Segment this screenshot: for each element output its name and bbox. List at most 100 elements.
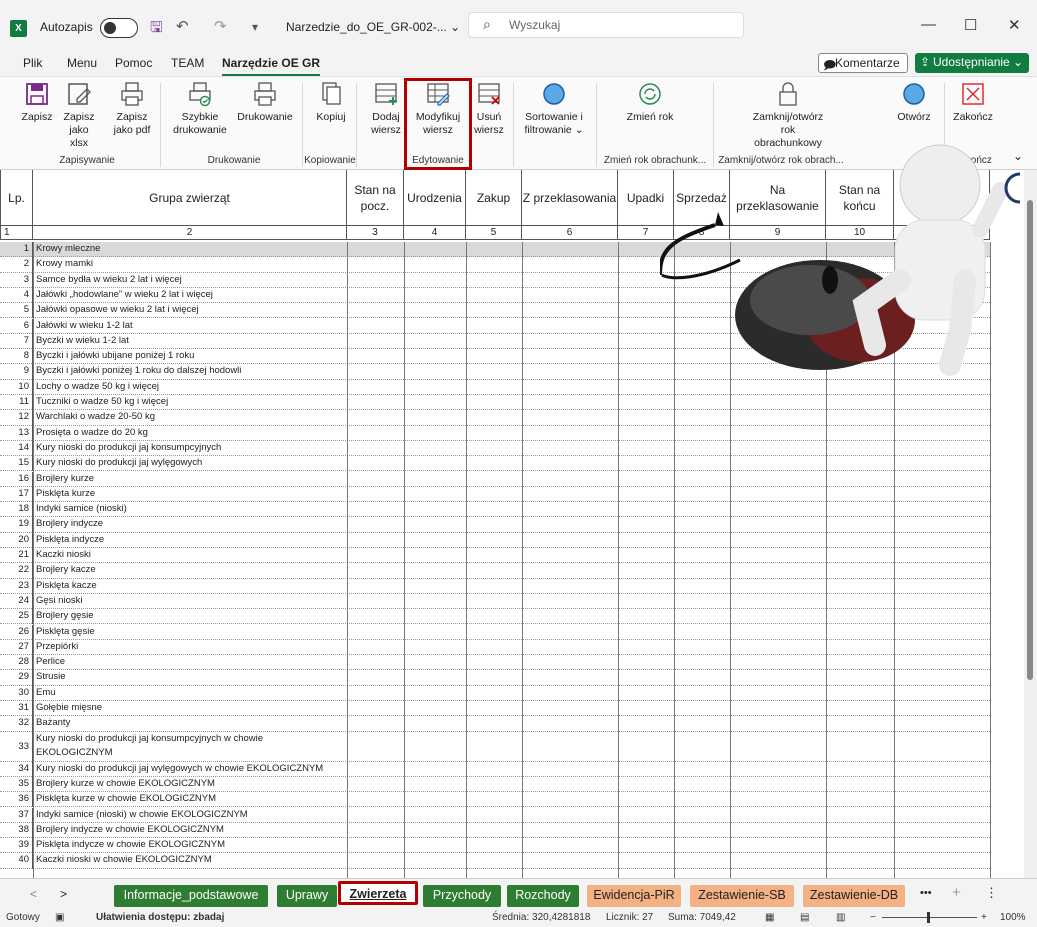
undo-icon[interactable]: ↶ — [176, 17, 189, 35]
row-label[interactable]: Przepiórki — [36, 640, 78, 654]
table-row[interactable]: 32 Bażanty — [0, 716, 990, 732]
table-row[interactable]: 17 Pisklęta kurze — [0, 486, 990, 503]
table-row[interactable]: 31 Gołębie mięsne — [0, 701, 990, 717]
row-label[interactable]: Kaczki nioski — [36, 548, 91, 562]
row-label[interactable]: Byczki i jałówki poniżej 1 roku do dalsz… — [36, 364, 241, 378]
row-label[interactable]: Krowy mamki — [36, 257, 93, 271]
table-row[interactable]: 26 Pisklęta gęsie — [0, 624, 990, 640]
row-label[interactable]: Jałówki w wieku 1-2 lat — [36, 319, 133, 333]
table-row[interactable]: 15 Kury nioski do produkcji jaj wylęgowyc… — [0, 456, 990, 472]
otworz-button[interactable]: Otwórz — [895, 81, 933, 124]
row-label[interactable]: Indyki samice (nioski) w chowie EKOLOGIC… — [36, 808, 248, 822]
scroll-thumb[interactable] — [1027, 200, 1033, 680]
row-label[interactable]: Pisklęta kurze w chowie EKOLOGICZNYM — [36, 792, 216, 806]
zapisz-xlsx-button[interactable]: Zapisz jako xlsx — [60, 81, 98, 150]
accessibility-status[interactable]: Ułatwienia dostępu: zbadaj — [96, 912, 224, 923]
macro-record-icon[interactable]: ▣ — [55, 912, 64, 923]
usun-wiersz-button[interactable]: Usuń wiersz — [470, 81, 508, 137]
tabs-menu-icon[interactable]: ⋮ — [985, 885, 998, 901]
table-row[interactable]: 19 Brojlery indycze — [0, 517, 990, 533]
zoom-out-icon[interactable]: − — [870, 912, 876, 923]
tab-przychody[interactable]: Przychody — [423, 885, 501, 907]
sortowanie-button[interactable]: Sortowanie i filtrowanie ⌄ — [520, 81, 588, 137]
row-label[interactable]: Strusie — [36, 670, 66, 684]
table-row[interactable]: 1 Krowy mleczne — [0, 242, 990, 258]
modyfikuj-wiersz-button[interactable]: Modyfikuj wiersz — [410, 81, 466, 137]
table-row[interactable]: 8 Byczki i jałówki ubijane poniżej 1 roku — [0, 349, 990, 365]
row-label[interactable]: Jałówki „hodowlane” w wieku 2 lat i więc… — [36, 288, 213, 302]
row-label[interactable]: Pisklęta indycze w chowie EKOLOGICZNYM — [36, 838, 225, 852]
row-label[interactable]: Warchlaki o wadze 20-50 kg — [36, 410, 155, 424]
zakoncz-button[interactable]: Zakończ — [950, 81, 996, 124]
menu-plik[interactable]: Plik — [23, 56, 42, 70]
row-label[interactable]: Brojlery kurze — [36, 472, 94, 486]
redo-icon[interactable]: ↷ — [214, 17, 227, 35]
table-row[interactable]: 40 Kaczki nioski w chowie EKOLOGICZNYM — [0, 853, 990, 869]
table-row[interactable]: 21 Kaczki nioski — [0, 548, 990, 564]
prev-sheet-arrow[interactable]: < — [30, 887, 37, 901]
table-row[interactable]: 25 Brojlery gęsie — [0, 609, 990, 625]
table-row[interactable]: 33 Kury nioski do produkcji jaj konsumpcy… — [0, 731, 990, 762]
zmien-rok-button[interactable]: Zmień rok — [625, 81, 675, 124]
row-label[interactable]: Brojlery indycze — [36, 517, 103, 531]
row-label[interactable]: Kaczki nioski w chowie EKOLOGICZNYM — [36, 853, 212, 867]
row-label[interactable]: Indyki samice (nioski) — [36, 502, 127, 516]
add-sheet-icon[interactable]: + — [952, 884, 961, 901]
menu-menu[interactable]: Menu — [67, 56, 97, 70]
menu-pomoc[interactable]: Pomoc — [115, 56, 152, 70]
table-row[interactable]: 30 Emu — [0, 685, 990, 701]
table-row[interactable]: 27 Przepiórki — [0, 639, 990, 656]
row-label[interactable]: Kury nioski do produkcji jaj konsumpcyjn… — [36, 732, 336, 760]
row-label[interactable]: Byczki w wieku 1-2 lat — [36, 334, 129, 348]
row-label[interactable]: Emu — [36, 686, 56, 700]
table-row[interactable]: 23 Pisklęta kacze — [0, 578, 990, 594]
table-row[interactable]: 12 Warchlaki o wadze 20-50 kg — [0, 410, 990, 426]
row-label[interactable]: Bażanty — [36, 716, 70, 730]
page-break-icon[interactable]: ▥ — [836, 912, 845, 923]
row-label[interactable]: Brojlery indycze w chowie EKOLOGICZNYM — [36, 823, 224, 837]
save-icon[interactable]: 🖫 — [150, 17, 163, 42]
next-sheet-arrow[interactable]: > — [60, 887, 67, 901]
row-label[interactable]: Kury nioski do produkcji jaj wylęgowych — [36, 456, 202, 470]
table-row[interactable]: 20 Pisklęta indycze — [0, 532, 990, 548]
row-label[interactable]: Tuczniki o wadze 50 kg i więcej — [36, 395, 168, 409]
minimize-button[interactable]: — — [921, 16, 936, 33]
document-title[interactable]: Narzedzie_do_OE_GR-002-... ⌄ — [286, 20, 460, 34]
tab-uprawy[interactable]: Uprawy — [277, 885, 337, 907]
restore-button[interactable]: ☐ — [964, 16, 977, 34]
zapisz-button[interactable]: Zapisz — [20, 81, 54, 124]
table-row[interactable]: 16 Brojlery kurze — [0, 471, 990, 487]
table-row[interactable]: 6 Jałówki w wieku 1-2 lat — [0, 318, 990, 334]
dodaj-wiersz-button[interactable]: Dodaj wiersz — [366, 81, 406, 137]
customize-qat-icon[interactable]: ▾ — [252, 20, 258, 34]
table-row[interactable]: 10 Lochy o wadze 50 kg i więcej — [0, 379, 990, 395]
szybkie-drukowanie-button[interactable]: Szybkie drukowanie — [172, 81, 228, 137]
tab-rozchody[interactable]: Rozchody — [507, 885, 579, 907]
table-row[interactable]: 29 Strusie — [0, 670, 990, 686]
table-row[interactable]: 38 Brojlery indycze w chowie EKOLOGICZNYM — [0, 822, 990, 839]
row-label[interactable]: Gęsi nioski — [36, 594, 82, 608]
row-label[interactable]: Brojlery gęsie — [36, 609, 94, 623]
zoom-in-icon[interactable]: + — [981, 912, 987, 923]
close-button[interactable]: ✕ — [1008, 16, 1021, 34]
menu-narzedzie[interactable]: Narzędzie OE GR — [222, 56, 321, 76]
row-label[interactable]: Pisklęta kacze — [36, 579, 97, 593]
collapse-ribbon-icon[interactable]: ⌄ — [1013, 149, 1023, 163]
vertical-scrollbar[interactable] — [1024, 170, 1037, 878]
table-row[interactable]: 13 Prosięta o wadze do 20 kg — [0, 425, 990, 441]
autosave-toggle[interactable] — [100, 18, 138, 38]
drukowanie-button[interactable]: Drukowanie — [234, 81, 296, 124]
row-label[interactable]: Byczki i jałówki ubijane poniżej 1 roku — [36, 349, 194, 363]
table-row[interactable]: 34 Kury nioski do produkcji jaj wylęgowyc… — [0, 761, 990, 777]
table-row[interactable]: 39 Pisklęta indycze w chowie EKOLOGICZNYM — [0, 838, 990, 854]
more-sheets-button[interactable]: ••• — [920, 887, 932, 899]
table-row[interactable]: 35 Brojlery kurze w chowie EKOLOGICZNYM — [0, 776, 990, 793]
table-row[interactable]: 36 Pisklęta kurze w chowie EKOLOGICZNYM — [0, 792, 990, 808]
row-label[interactable]: Lochy o wadze 50 kg i więcej — [36, 380, 159, 394]
table-row[interactable]: 22 Brojlery kacze — [0, 563, 990, 579]
zapisz-pdf-button[interactable]: Zapisz jako pdf — [110, 81, 154, 137]
zoom-level[interactable]: 100% — [1000, 912, 1026, 923]
comments-button[interactable]: 🗩 Komentarze — [818, 53, 908, 73]
tab-zestawienie-db[interactable]: Zestawienie-DB — [803, 885, 905, 907]
table-row[interactable]: 37 Indyki samice (nioski) w chowie EKOLOG… — [0, 807, 990, 823]
